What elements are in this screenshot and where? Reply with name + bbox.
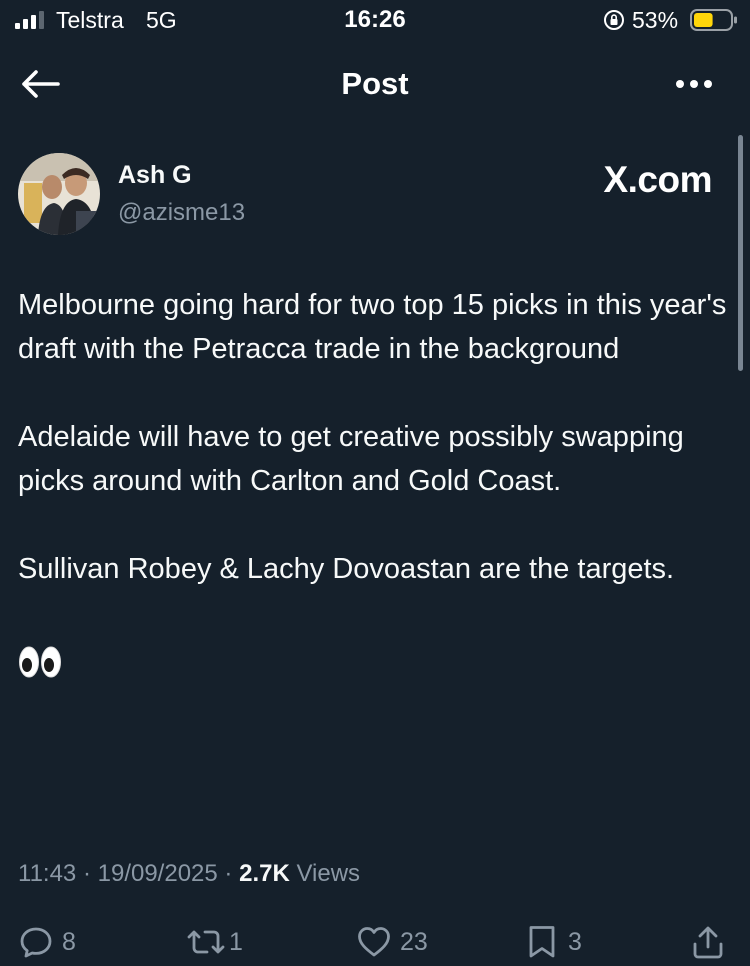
post-text: Melbourne going hard for two top 15 pick… <box>18 283 730 692</box>
author-row: Ash G @azisme13 X.com <box>18 153 718 243</box>
page-title: Post <box>341 66 409 101</box>
eyes-emoji: 👀 <box>18 645 62 692</box>
top-nav-bar: Post <box>0 54 750 114</box>
like-count: 23 <box>400 927 428 956</box>
post-paragraph: Sullivan Robey & Lachy Dovoastan are the… <box>18 553 675 585</box>
bookmark-icon <box>529 926 555 958</box>
repost-count: 1 <box>229 927 243 956</box>
meta-separator: · <box>82 860 91 887</box>
battery-percentage: 53% <box>632 7 679 33</box>
share-button[interactable] <box>690 922 726 962</box>
battery-icon <box>690 9 737 31</box>
reply-button[interactable]: 8 <box>18 922 76 962</box>
repost-button[interactable]: 1 <box>185 922 243 962</box>
scrollbar[interactable] <box>738 135 743 371</box>
post-time[interactable]: 11:43 <box>18 860 76 887</box>
author-handle[interactable]: @azisme13 <box>118 199 245 227</box>
watermark: X.com <box>603 159 712 200</box>
post-date[interactable]: 19/09/2025 <box>98 860 218 887</box>
post-paragraph: Melbourne going hard for two top 15 pick… <box>18 289 727 365</box>
heart-icon <box>358 927 390 957</box>
like-button[interactable]: 23 <box>356 922 428 962</box>
orientation-lock-icon <box>604 10 624 30</box>
post-meta: 11:43 · 19/09/2025 · 2.7K Views <box>18 860 360 888</box>
status-bar: Telstra 5G 16:26 53% <box>0 0 750 44</box>
action-bar: 8 1 23 3 <box>0 922 750 966</box>
reply-icon <box>20 927 52 958</box>
post-paragraph: Adelaide will have to get creative possi… <box>18 421 684 497</box>
avatar-photo <box>18 153 100 235</box>
repost-icon <box>187 930 225 954</box>
more-horizontal-icon[interactable] <box>670 70 718 98</box>
arrow-left-icon[interactable] <box>18 68 62 100</box>
avatar[interactable] <box>18 153 100 235</box>
meta-separator: · <box>224 860 233 887</box>
bookmark-count: 3 <box>568 927 582 956</box>
author-name[interactable]: Ash G <box>118 161 192 190</box>
bookmark-button[interactable]: 3 <box>524 922 582 962</box>
views-label: Views <box>296 860 361 887</box>
views-count: 2.7K <box>239 860 290 887</box>
reply-count: 8 <box>62 927 76 956</box>
share-icon <box>693 926 723 959</box>
